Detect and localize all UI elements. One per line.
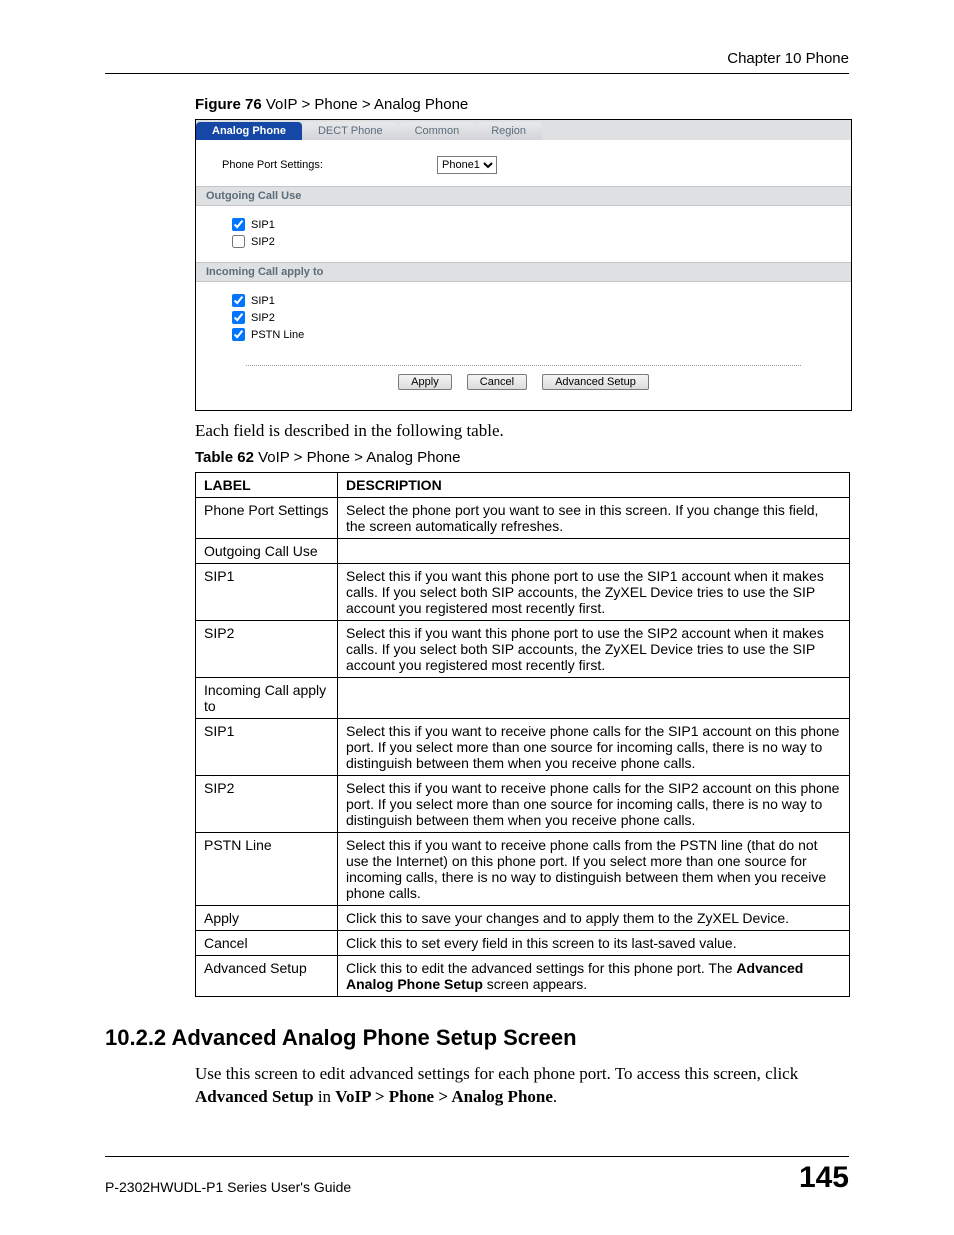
- cell-desc: Select this if you want to receive phone…: [338, 833, 850, 906]
- table-row: Advanced Setup Click this to edit the ad…: [196, 956, 850, 997]
- cell-label: Outgoing Call Use: [196, 539, 338, 564]
- figure-caption-rest: VoIP > Phone > Analog Phone: [262, 96, 469, 113]
- cell-desc: [338, 678, 850, 719]
- cell-label: SIP2: [196, 776, 338, 833]
- cell-desc: Select this if you want to receive phone…: [338, 719, 850, 776]
- cell-desc: Select the phone port you want to see in…: [338, 498, 850, 539]
- text-bold: Advanced Setup: [195, 1087, 314, 1106]
- outgoing-sip2-label: SIP2: [251, 236, 275, 248]
- cell-label: SIP1: [196, 719, 338, 776]
- figure-caption-bold: Figure 76: [195, 96, 262, 113]
- incoming-sip1-row: SIP1: [196, 292, 851, 309]
- cell-desc: Click this to set every field in this sc…: [338, 931, 850, 956]
- text: screen appears.: [483, 976, 587, 992]
- table-header-row: LABEL DESCRIPTION: [196, 473, 850, 498]
- dotted-divider: [246, 365, 801, 366]
- table-row: ApplyClick this to save your changes and…: [196, 906, 850, 931]
- advanced-setup-button[interactable]: Advanced Setup: [542, 374, 649, 390]
- text-bold: VoIP > Phone > Analog Phone: [335, 1087, 553, 1106]
- cell-label: SIP2: [196, 621, 338, 678]
- incoming-pstn-label: PSTN Line: [251, 329, 304, 341]
- tab-common[interactable]: Common: [399, 122, 476, 140]
- text: .: [553, 1087, 557, 1106]
- table-row: Incoming Call apply to: [196, 678, 850, 719]
- cancel-button[interactable]: Cancel: [467, 374, 527, 390]
- cell-label: PSTN Line: [196, 833, 338, 906]
- footer-guide-title: P-2302HWUDL-P1 Series User's Guide: [105, 1179, 351, 1195]
- table-row: SIP2Select this if you want this phone p…: [196, 621, 850, 678]
- cell-desc: Select this if you want to receive phone…: [338, 776, 850, 833]
- cell-desc: [338, 539, 850, 564]
- table-row: Phone Port SettingsSelect the phone port…: [196, 498, 850, 539]
- figure-caption: Figure 76 VoIP > Phone > Analog Phone: [195, 96, 849, 113]
- cell-label: Cancel: [196, 931, 338, 956]
- incoming-sip2-row: SIP2: [196, 309, 851, 326]
- table-caption-bold: Table 62: [195, 449, 254, 466]
- cell-label: Phone Port Settings: [196, 498, 338, 539]
- phone-port-select[interactable]: Phone1: [437, 156, 497, 174]
- cell-label: Incoming Call apply to: [196, 678, 338, 719]
- incoming-sip1-checkbox[interactable]: [232, 294, 245, 307]
- cell-desc: Click this to edit the advanced settings…: [338, 956, 850, 997]
- th-desc: DESCRIPTION: [338, 473, 850, 498]
- tab-dect-phone[interactable]: DECT Phone: [302, 122, 399, 140]
- cell-desc: Select this if you want this phone port …: [338, 564, 850, 621]
- tab-analog-phone[interactable]: Analog Phone: [196, 122, 302, 140]
- incoming-header: Incoming Call apply to: [196, 262, 851, 282]
- table-row: Outgoing Call Use: [196, 539, 850, 564]
- incoming-pstn-row: PSTN Line: [196, 326, 851, 343]
- table-row: SIP1Select this if you want to receive p…: [196, 719, 850, 776]
- outgoing-sip2-checkbox[interactable]: [232, 235, 245, 248]
- table-caption-rest: VoIP > Phone > Analog Phone: [254, 449, 461, 466]
- incoming-sip2-label: SIP2: [251, 312, 275, 324]
- chapter-label: Chapter 10 Phone: [105, 50, 849, 67]
- table-row: PSTN LineSelect this if you want to rece…: [196, 833, 850, 906]
- section-body: Use this screen to edit advanced setting…: [195, 1063, 849, 1109]
- table-row: SIP1Select this if you want this phone p…: [196, 564, 850, 621]
- th-label: LABEL: [196, 473, 338, 498]
- phone-port-label: Phone Port Settings:: [222, 159, 437, 171]
- page-footer: P-2302HWUDL-P1 Series User's Guide 145: [105, 1156, 849, 1195]
- outgoing-sip1-row: SIP1: [196, 216, 851, 233]
- incoming-sip2-checkbox[interactable]: [232, 311, 245, 324]
- cell-desc: Select this if you want this phone port …: [338, 621, 850, 678]
- intro-text: Each field is described in the following…: [195, 421, 849, 441]
- text: in: [314, 1087, 336, 1106]
- section-heading: 10.2.2 Advanced Analog Phone Setup Scree…: [105, 1025, 849, 1051]
- phone-port-row: Phone Port Settings: Phone1: [196, 144, 851, 186]
- outgoing-header: Outgoing Call Use: [196, 186, 851, 206]
- table-row: SIP2Select this if you want to receive p…: [196, 776, 850, 833]
- header-rule: [105, 73, 849, 74]
- incoming-sip1-label: SIP1: [251, 295, 275, 307]
- outgoing-sip1-checkbox[interactable]: [232, 218, 245, 231]
- cell-label: Advanced Setup: [196, 956, 338, 997]
- table-caption: Table 62 VoIP > Phone > Analog Phone: [195, 449, 849, 466]
- cell-label: Apply: [196, 906, 338, 931]
- table-row: CancelClick this to set every field in t…: [196, 931, 850, 956]
- outgoing-sip2-row: SIP2: [196, 233, 851, 250]
- incoming-pstn-checkbox[interactable]: [232, 328, 245, 341]
- description-table: LABEL DESCRIPTION Phone Port SettingsSel…: [195, 472, 850, 997]
- outgoing-sip1-label: SIP1: [251, 219, 275, 231]
- text: Click this to edit the advanced settings…: [346, 960, 736, 976]
- tab-region[interactable]: Region: [475, 122, 542, 140]
- cell-label: SIP1: [196, 564, 338, 621]
- figure-screenshot: Analog Phone DECT Phone Common Region Ph…: [195, 119, 852, 411]
- apply-button[interactable]: Apply: [398, 374, 452, 390]
- tab-row: Analog Phone DECT Phone Common Region: [196, 120, 851, 140]
- text: Use this screen to edit advanced setting…: [195, 1064, 798, 1083]
- cell-desc: Click this to save your changes and to a…: [338, 906, 850, 931]
- button-row: Apply Cancel Advanced Setup: [196, 370, 851, 400]
- page-number: 145: [799, 1161, 849, 1195]
